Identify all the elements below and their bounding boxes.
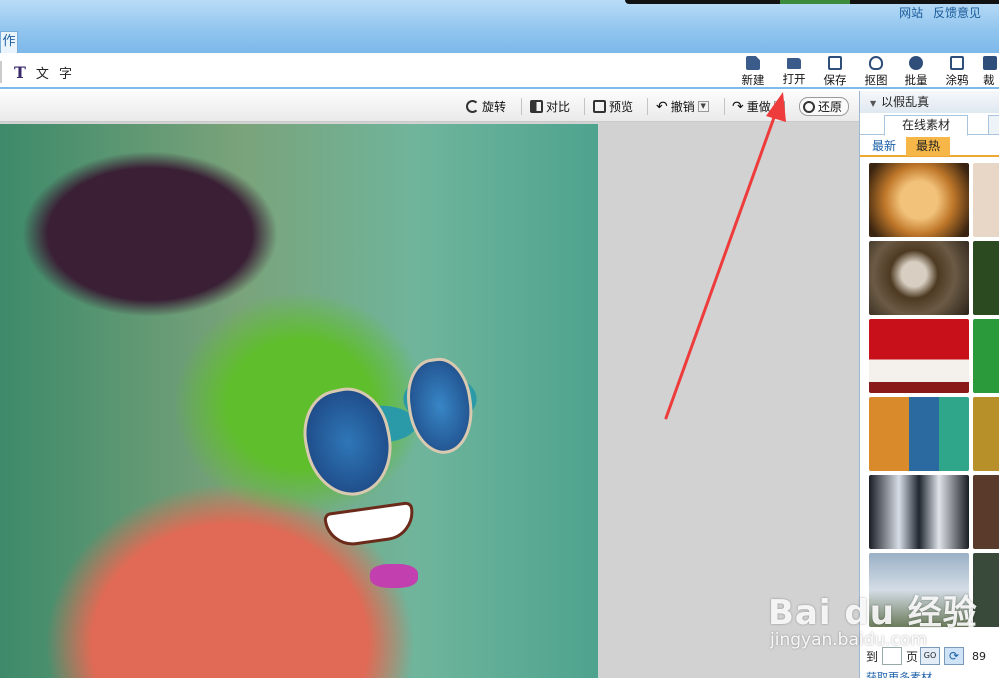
system-strip-indicator xyxy=(780,0,850,4)
panel-header-label: 以假乱真 xyxy=(881,95,930,109)
divider xyxy=(521,98,522,115)
panel-tabs: 在线素材 xyxy=(860,113,999,136)
crop-icon xyxy=(983,56,997,70)
compare-label: 对比 xyxy=(546,100,571,114)
graffiti-icon xyxy=(950,56,964,70)
redo-label: 重做 xyxy=(746,100,771,114)
tab-newest[interactable]: 最新 xyxy=(862,137,906,156)
divider xyxy=(724,98,725,115)
main-toolbar: T 文 字 新建 打开 保存 抠图 批量 涂鸦 裁 xyxy=(0,53,999,89)
material-thumbnail[interactable] xyxy=(973,475,999,549)
new-file-icon xyxy=(746,56,760,70)
divider xyxy=(584,98,585,115)
material-thumbnail[interactable] xyxy=(869,319,969,393)
photo-detail xyxy=(370,564,418,588)
title-bar: 网站 反馈意见 作 xyxy=(0,0,999,53)
rotate-button[interactable]: 旋转 xyxy=(466,97,506,116)
graffiti-button[interactable]: 涂鸦 xyxy=(938,56,976,88)
preview-label: 预览 xyxy=(609,100,634,114)
preview-button[interactable]: 预览 xyxy=(593,97,633,116)
material-thumbnail[interactable] xyxy=(869,397,969,471)
open-button-label: 打开 xyxy=(782,72,806,86)
website-link[interactable]: 网站 xyxy=(899,6,923,20)
new-button-label: 新建 xyxy=(741,73,765,87)
rotate-icon xyxy=(466,100,479,113)
tab-edit[interactable]: 作 xyxy=(0,31,18,53)
feedback-link[interactable]: 反馈意见 xyxy=(933,6,981,20)
crop-button[interactable]: 裁 xyxy=(979,56,999,88)
material-thumbnail[interactable] xyxy=(869,163,969,237)
text-icon: T xyxy=(14,62,26,82)
graffiti-button-label: 涂鸦 xyxy=(945,73,969,87)
sort-tabs: 最新 最热 xyxy=(860,135,999,157)
tab-online-material[interactable]: 在线素材 xyxy=(884,115,968,136)
edited-photo[interactable] xyxy=(0,124,598,678)
save-button[interactable]: 保存 xyxy=(816,56,854,88)
photo-detail xyxy=(401,354,479,458)
material-thumbnail[interactable] xyxy=(869,475,969,549)
redo-icon: ↷ xyxy=(732,98,744,115)
batch-button-label: 批量 xyxy=(904,73,928,87)
divider xyxy=(647,98,648,115)
rotate-label: 旋转 xyxy=(482,100,507,114)
cutout-button-label: 抠图 xyxy=(864,73,888,87)
collapse-icon[interactable]: ▼ xyxy=(870,99,876,108)
tab-hottest[interactable]: 最热 xyxy=(906,137,950,156)
edit-toolbar: 旋转 对比 预览 ↶ 撤销 ▼ ↷ 重做 ▼ 还原 xyxy=(0,91,859,122)
save-button-label: 保存 xyxy=(823,73,847,87)
cutout-button[interactable]: 抠图 xyxy=(857,56,895,88)
photo-detail xyxy=(322,500,418,550)
open-button[interactable]: 打开 xyxy=(775,56,813,88)
batch-icon xyxy=(909,56,923,70)
undo-dropdown-icon[interactable]: ▼ xyxy=(697,101,709,112)
restore-button[interactable]: 还原 xyxy=(799,97,850,116)
batch-button[interactable]: 批量 xyxy=(897,56,935,88)
compare-icon xyxy=(530,100,543,113)
watermark-logo: Bai du 经验 xyxy=(768,593,978,633)
cutout-icon xyxy=(869,56,883,70)
watermark-site: jingyan.baidu.com xyxy=(770,630,927,650)
material-thumbnail[interactable] xyxy=(869,241,969,315)
material-thumbnail[interactable] xyxy=(973,319,999,393)
undo-button[interactable]: ↶ 撤销 ▼ xyxy=(656,97,709,116)
crop-button-label: 裁 xyxy=(983,73,995,87)
material-thumbnail[interactable] xyxy=(973,241,999,315)
text-tool-label: 文 字 xyxy=(35,66,76,82)
material-thumbnail[interactable] xyxy=(973,163,999,237)
editing-canvas[interactable] xyxy=(0,122,859,678)
restore-label: 还原 xyxy=(818,100,843,114)
tab-secondary[interactable] xyxy=(988,115,999,135)
save-icon xyxy=(828,56,842,70)
panel-header[interactable]: ▼ 以假乱真 xyxy=(860,91,999,113)
undo-label: 撤销 xyxy=(670,100,695,114)
preview-icon xyxy=(593,100,606,113)
compare-button[interactable]: 对比 xyxy=(530,97,570,116)
watermark: Bai du 经验 jingyan.baidu.com xyxy=(760,575,990,675)
photo-detail xyxy=(294,380,402,504)
material-thumbnail[interactable] xyxy=(973,397,999,471)
undo-icon: ↶ xyxy=(656,98,668,115)
redo-dropdown-icon[interactable]: ▼ xyxy=(773,101,785,112)
new-button[interactable]: 新建 xyxy=(734,56,772,88)
text-tool-button[interactable]: T 文 字 xyxy=(0,61,75,83)
restore-icon xyxy=(803,100,815,113)
redo-button[interactable]: ↷ 重做 ▼ xyxy=(732,97,785,116)
folder-open-icon xyxy=(787,58,801,69)
top-links: 网站 反馈意见 xyxy=(893,4,981,21)
